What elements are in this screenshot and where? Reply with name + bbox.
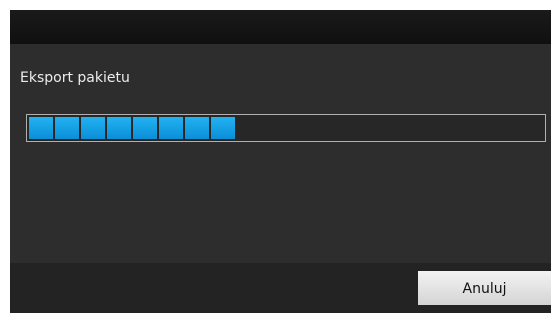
progress-segment xyxy=(159,117,183,139)
cancel-button[interactable]: Anuluj xyxy=(418,271,551,305)
progress-bar xyxy=(26,114,546,142)
progress-segment xyxy=(211,117,235,139)
progress-segment xyxy=(29,117,53,139)
progress-segment xyxy=(55,117,79,139)
progress-segment xyxy=(107,117,131,139)
export-label: Eksport pakietu xyxy=(20,70,130,86)
progress-fill xyxy=(29,117,237,139)
progress-segment xyxy=(81,117,105,139)
dialog-body: Eksport pakietu xyxy=(10,44,551,263)
dialog-footer: Anuluj xyxy=(10,263,551,313)
dialog-title-bar xyxy=(10,10,551,44)
progress-segment xyxy=(133,117,157,139)
progress-segment xyxy=(185,117,209,139)
export-dialog: Eksport pakietu Anuluj xyxy=(10,10,551,313)
